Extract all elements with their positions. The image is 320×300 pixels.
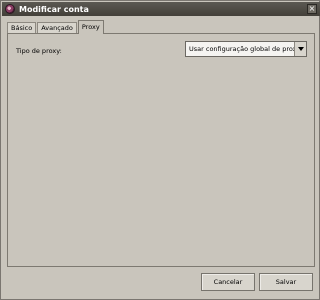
app-logo-icon [5,4,15,14]
title-bar[interactable]: Modificar conta × [2,2,320,16]
tab-bar: Básico Avançado Proxy [7,20,105,34]
save-button[interactable]: Salvar [259,273,313,291]
close-icon[interactable]: × [307,4,317,14]
proxy-type-label: Tipo de proxy: [16,47,62,55]
proxy-panel: Tipo de proxy: Usar configuração global … [7,33,315,267]
chevron-down-icon[interactable] [294,42,306,56]
tab-label: Proxy [81,23,100,31]
tab-label: Avançado [41,24,73,32]
dialog-window: Modificar conta × Básico Avançado Proxy … [0,0,320,300]
proxy-type-value: Usar configuração global de proxy [189,45,294,53]
window-title: Modificar conta [19,4,89,14]
tab-label: Básico [11,24,33,32]
tab-proxy[interactable]: Proxy [77,20,104,34]
cancel-button[interactable]: Cancelar [201,273,255,291]
proxy-type-select[interactable]: Usar configuração global de proxy [185,41,307,57]
